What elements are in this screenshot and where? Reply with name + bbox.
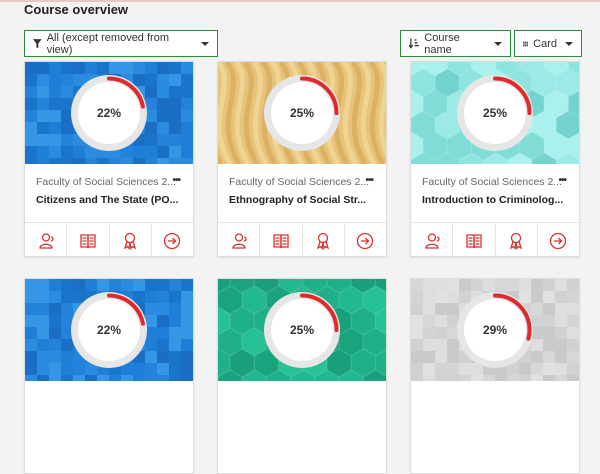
course-name-link[interactable]: Ethnography of Social Str... [229,194,377,206]
view-dropdown[interactable]: Card [514,30,582,57]
sort-dropdown[interactable]: Course name [400,30,511,57]
go-to-course-icon [164,232,181,249]
filter-icon [33,38,42,48]
course-card[interactable]: 29% [410,278,580,474]
badges-button[interactable] [303,223,345,256]
more-options-icon[interactable]: ••• [365,175,373,186]
sort-label: Course name [424,31,460,56]
participants-icon [424,232,440,249]
course-name-link[interactable]: Citizens and The State (PO... [36,194,184,206]
course-category: Faculty of Social Sciences 2... [229,176,370,188]
more-options-icon[interactable]: ••• [172,175,180,186]
course-image[interactable]: 22% [25,62,193,164]
badges-button[interactable] [496,223,538,256]
grid-view-icon [523,41,529,46]
grades-icon [80,233,96,248]
participants-button[interactable] [25,223,68,256]
progress-percent: 22% [96,323,122,337]
go-to-course-button[interactable] [152,223,193,256]
chevron-down-icon [201,41,209,46]
course-card[interactable]: 25% [217,278,387,474]
progress-percent: 29% [482,323,508,337]
more-options-icon[interactable]: ••• [558,175,566,186]
chevron-down-icon [565,41,573,46]
progress-ring: 25% [263,291,341,369]
progress-percent: 25% [289,106,315,120]
badges-icon [317,232,330,250]
go-to-course-button[interactable] [345,223,386,256]
badges-icon [510,232,523,250]
go-to-course-icon [357,232,374,249]
progress-ring: 22% [70,74,148,152]
course-name-link[interactable]: Introduction to Criminolog... [422,194,570,206]
course-card[interactable]: 25% Faculty of Social Sciences 2... ••• Int… [410,61,580,257]
participants-icon [38,232,54,249]
go-to-course-icon [550,232,567,249]
progress-ring: 25% [456,74,534,152]
course-card[interactable]: 22% Faculty of Social Sciences 2... ••• Cit… [24,61,194,257]
badges-button[interactable] [110,223,152,256]
course-image[interactable]: 22% [25,279,193,381]
course-card-actions [411,222,579,256]
grades-button[interactable] [260,223,303,256]
course-card[interactable]: 25% Faculty of Social Sciences 2... ••• Eth… [217,61,387,257]
chevron-down-icon [494,41,502,46]
participants-icon [231,232,247,249]
grades-button[interactable] [67,223,110,256]
progress-ring: 29% [456,291,534,369]
grouping-filter-dropdown[interactable]: All (except removed from view) [24,30,218,57]
progress-ring: 22% [70,291,148,369]
sort-icon [409,38,419,49]
progress-percent: 22% [96,106,122,120]
view-label: Card [533,37,557,50]
grouping-filter-label: All (except removed from view) [46,31,169,56]
grades-icon [273,233,289,248]
participants-button[interactable] [218,223,261,256]
course-category: Faculty of Social Sciences 2... [36,176,177,188]
participants-button[interactable] [411,223,454,256]
progress-percent: 25% [482,106,508,120]
block-title: Course overview [24,2,129,17]
course-card-actions [218,222,386,256]
course-image[interactable]: 25% [218,62,386,164]
course-card[interactable]: 22% [24,278,194,474]
course-image[interactable]: 29% [411,279,579,381]
course-image[interactable]: 25% [218,279,386,381]
go-to-course-button[interactable] [538,223,579,256]
course-image[interactable]: 25% [411,62,579,164]
page: Course overview All (except removed from… [0,0,600,474]
grades-icon [466,233,482,248]
progress-percent: 25% [289,323,315,337]
badges-icon [124,232,137,250]
progress-ring: 25% [263,74,341,152]
grades-button[interactable] [453,223,496,256]
course-card-actions [25,222,193,256]
course-category: Faculty of Social Sciences 2... [422,176,563,188]
